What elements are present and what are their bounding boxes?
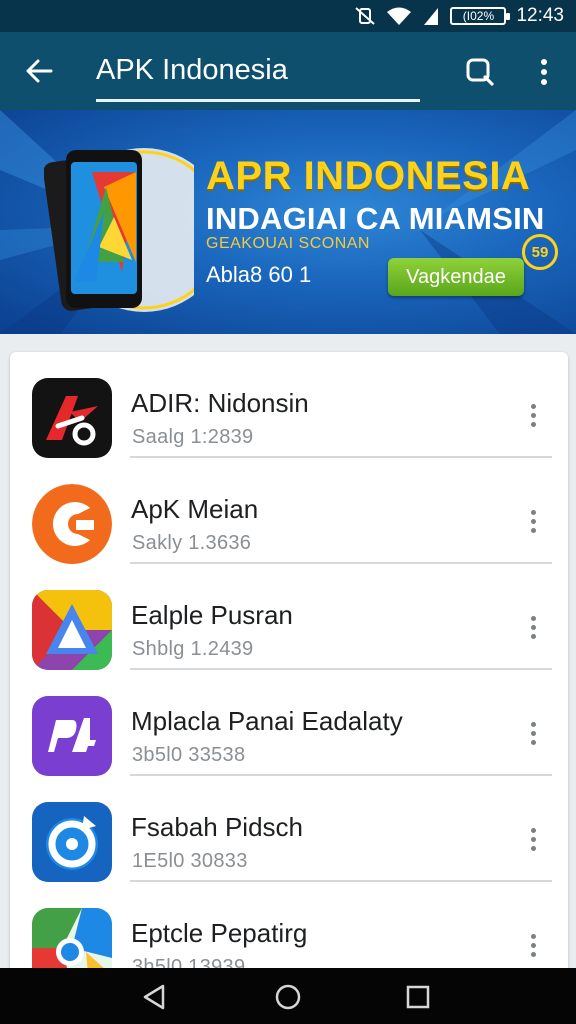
- banner-tagline: GEAKOUAI SCONAN: [206, 235, 370, 252]
- app-name: ApK Meian: [131, 494, 259, 524]
- fsabah-app-icon: [32, 802, 112, 882]
- banner-cta-button[interactable]: Vagkendae: [388, 258, 524, 296]
- item-more-button[interactable]: [520, 610, 546, 644]
- phone-screen: (I02% 12:43 APK Indonesia APR INDONESIA …: [0, 0, 576, 1024]
- list-item[interactable]: ApK Meian Sakly 1.3636: [10, 458, 568, 564]
- status-time: 12:43: [516, 5, 564, 26]
- square-recents-icon: [406, 985, 430, 1009]
- item-more-button[interactable]: [520, 716, 546, 750]
- mplacla-app-icon: [32, 696, 112, 776]
- app-name: ADIR: Nidonsin: [131, 388, 309, 418]
- arrow-back-icon: [26, 59, 53, 83]
- phone-illustration: [44, 148, 194, 312]
- banner-subtitle: INDAGIAI CA MIAMSIN: [206, 201, 545, 236]
- apk-meian-app-icon: [32, 484, 112, 564]
- list-item[interactable]: Fsabah Pidsch 1E5l0 30833: [10, 776, 568, 882]
- search-button[interactable]: [462, 54, 498, 90]
- circle-home-icon: [275, 984, 301, 1010]
- item-more-button[interactable]: [520, 504, 546, 538]
- vibrate-off-icon: [354, 6, 376, 26]
- title-field[interactable]: APK Indonesia: [96, 46, 420, 102]
- nav-home-button[interactable]: [268, 980, 308, 1014]
- triangle-back-icon: [143, 984, 165, 1010]
- battery-icon: (I02%: [450, 7, 511, 25]
- app-meta: Shblg 1.2439: [132, 638, 254, 660]
- banner-title: APR INDONESIA: [206, 154, 531, 198]
- status-bar: (I02% 12:43: [0, 0, 576, 32]
- list-item[interactable]: Ealple Pusran Shblg 1.2439: [10, 564, 568, 670]
- list-item[interactable]: ADIR: Nidonsin Saalg 1:2839: [10, 352, 568, 458]
- app-name: Mplacla Panai Eadalaty: [131, 706, 403, 736]
- app-name: Eptcle Pepatirg: [131, 918, 308, 948]
- overflow-menu-button[interactable]: [530, 54, 558, 90]
- more-vert-icon: [541, 59, 547, 85]
- signal-icon: [422, 6, 440, 26]
- app-meta: 1E5l0 30833: [132, 850, 248, 872]
- navigation-bar: [0, 968, 576, 1024]
- app-meta: Saalg 1:2839: [132, 426, 254, 448]
- item-more-button[interactable]: [520, 928, 546, 962]
- promo-banner[interactable]: APR INDONESIA INDAGIAI CA MIAMSIN GEAKOU…: [0, 110, 576, 334]
- item-more-button[interactable]: [520, 398, 546, 432]
- wifi-icon: [386, 6, 412, 26]
- nav-back-button[interactable]: [134, 980, 174, 1014]
- app-list: ADIR: Nidonsin Saalg 1:2839 ApK Meian Sa…: [10, 352, 568, 992]
- search-icon: [466, 58, 494, 86]
- app-name: Ealple Pusran: [131, 600, 293, 630]
- list-item[interactable]: Mplacla Panai Eadalaty 3b5l0 33538: [10, 670, 568, 776]
- app-meta: Sakly 1.3636: [132, 532, 252, 554]
- app-title: APK Indonesia: [96, 54, 288, 86]
- ealple-pusran-app-icon: [32, 590, 112, 670]
- app-bar: APK Indonesia: [0, 32, 576, 110]
- back-button[interactable]: [22, 54, 56, 88]
- banner-meta: Abla8 60 1: [206, 262, 312, 287]
- item-more-button[interactable]: [520, 822, 546, 856]
- banner-badge-icon: 59: [522, 234, 558, 270]
- app-meta: 3b5l0 33538: [132, 744, 246, 766]
- nav-recents-button[interactable]: [398, 980, 438, 1014]
- app-name: Fsabah Pidsch: [131, 812, 303, 842]
- adir-app-icon: [32, 378, 112, 458]
